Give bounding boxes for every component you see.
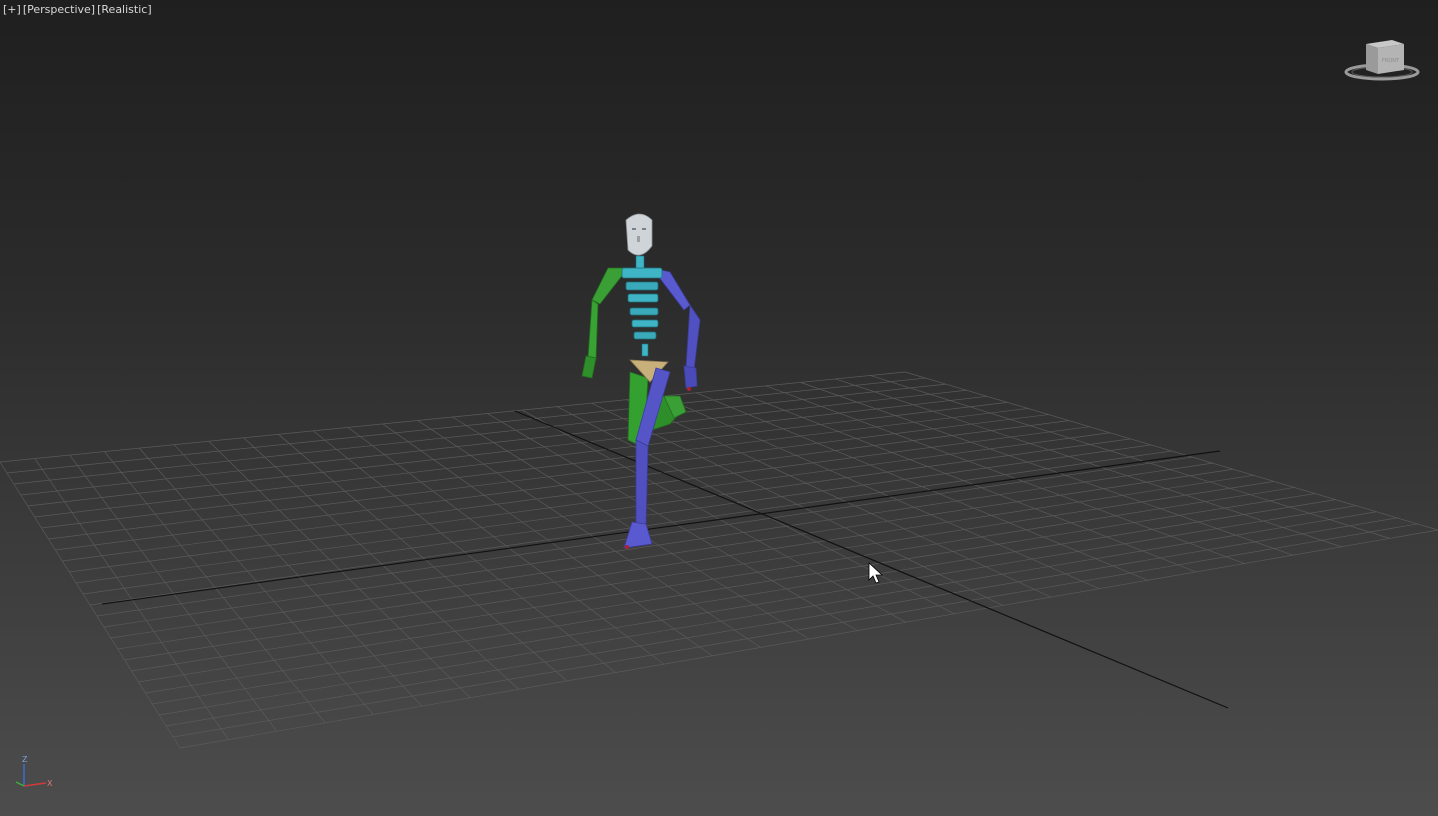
axis-z-label: Z — [22, 755, 28, 764]
biped-left-arm[interactable] — [581, 267, 629, 379]
mouse-cursor-icon — [868, 562, 884, 584]
grid-line — [765, 385, 1245, 564]
grid-line — [166, 517, 1398, 727]
biped-head[interactable] — [625, 213, 653, 256]
viewcube-front-label: FRONT — [1382, 58, 1400, 64]
viewport-menu-button[interactable]: [+] — [3, 3, 21, 16]
home-grid — [0, 371, 1438, 749]
viewcube[interactable]: FRONT — [1344, 40, 1420, 81]
biped-neck[interactable] — [635, 255, 645, 269]
viewport-view-button[interactable]: [Perspective] — [23, 3, 95, 16]
grid-line — [835, 378, 1342, 548]
grid-line — [696, 392, 1148, 581]
grid-line — [870, 375, 1390, 539]
grid-line — [145, 499, 1336, 694]
grid-line — [800, 382, 1293, 556]
grid-line — [521, 409, 906, 623]
perspective-viewport[interactable]: FRONT Z X [+] [Perspective] [Realistic] — [0, 0, 1438, 816]
grid-line — [159, 511, 1377, 716]
viewport-label-bar: [+] [Perspective] [Realistic] — [3, 3, 152, 16]
grid-line — [117, 474, 1254, 650]
grid-axis-line — [514, 410, 1229, 709]
grid-line — [138, 493, 1316, 683]
grid-line — [131, 487, 1295, 672]
axis-tripod: Z X — [15, 755, 53, 788]
viewport-shading-button[interactable]: [Realistic] — [97, 3, 152, 16]
biped-spine[interactable] — [621, 267, 663, 357]
scene-canvas[interactable]: FRONT Z X — [0, 0, 1438, 816]
grid-line — [487, 413, 858, 631]
axis-x-label: X — [47, 779, 53, 788]
grid-line — [179, 529, 1438, 749]
